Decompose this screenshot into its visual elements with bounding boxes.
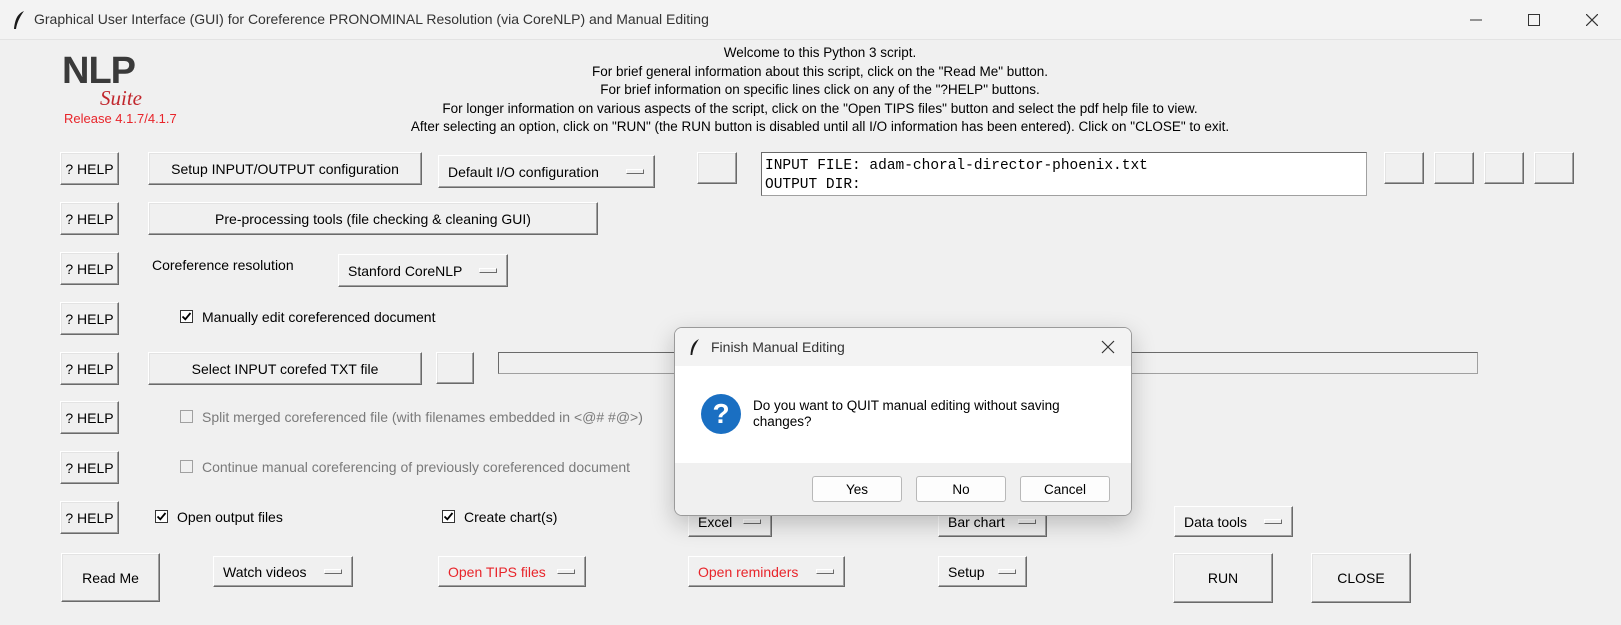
finish-editing-dialog: Finish Manual Editing ? Do you want to Q… xyxy=(674,327,1132,516)
run-button[interactable]: RUN xyxy=(1173,553,1273,603)
dialog-yes-button[interactable]: Yes xyxy=(812,476,902,502)
io-display: INPUT FILE: adam-choral-director-phoenix… xyxy=(761,152,1367,196)
checkmark-icon xyxy=(181,312,192,321)
dialog-no-button[interactable]: No xyxy=(916,476,1006,502)
checkmark-icon xyxy=(443,512,454,521)
feather-icon xyxy=(690,339,699,355)
setup-menu-label: Setup xyxy=(948,563,985,580)
menu-indicator-icon xyxy=(1018,519,1036,524)
coreference-menu-label: Stanford CoreNLP xyxy=(348,262,463,279)
split-merged-label: Split merged coreferenced file (with fil… xyxy=(202,409,643,425)
help-button-split[interactable]: ? HELP xyxy=(60,401,119,434)
welcome-line: For brief information on specific lines … xyxy=(600,82,1040,98)
question-icon: ? xyxy=(701,394,741,434)
open-tips-label: Open TIPS files xyxy=(448,563,546,580)
close-icon xyxy=(1586,14,1598,26)
open-input-folder-button[interactable] xyxy=(1384,152,1424,184)
open-config-button[interactable] xyxy=(1534,152,1574,184)
open-reminders-label: Open reminders xyxy=(698,563,799,580)
feather-icon xyxy=(14,11,24,29)
welcome-line: After selecting an option, click on "RUN… xyxy=(410,119,1230,135)
help-button-io[interactable]: ? HELP xyxy=(60,152,119,185)
io-config-menu[interactable]: Default I/O configuration xyxy=(438,155,655,188)
menu-indicator-icon xyxy=(479,268,497,273)
open-output-folder-button[interactable] xyxy=(1484,152,1524,184)
manual-edit-label: Manually edit coreferenced document xyxy=(202,309,436,325)
close-window-button[interactable] xyxy=(1563,0,1621,40)
dialog-cancel-button[interactable]: Cancel xyxy=(1020,476,1110,502)
help-button-manual-edit[interactable]: ? HELP xyxy=(60,302,119,335)
continue-manual-checkbox[interactable] xyxy=(180,460,193,473)
open-reminders-menu[interactable]: Open reminders xyxy=(688,556,845,587)
menu-indicator-icon xyxy=(557,569,575,574)
menu-indicator-icon xyxy=(626,169,644,174)
dialog-message: Do you want to QUIT manual editing witho… xyxy=(753,398,1060,429)
open-input-corefed-button[interactable] xyxy=(436,352,474,384)
window-titlebar: Graphical User Interface (GUI) for Coref… xyxy=(0,0,1621,40)
watch-videos-menu[interactable]: Watch videos xyxy=(213,556,353,587)
menu-indicator-icon xyxy=(998,569,1016,574)
blank-button[interactable] xyxy=(697,152,737,184)
help-button-continue[interactable]: ? HELP xyxy=(60,451,119,484)
continue-manual-label: Continue manual coreferencing of previou… xyxy=(202,459,631,475)
menu-indicator-icon xyxy=(743,519,761,524)
welcome-line: Welcome to this Python 3 script. xyxy=(723,45,917,60)
setup-menu[interactable]: Setup xyxy=(938,556,1027,587)
data-tools-menu-label: Data tools xyxy=(1184,513,1248,530)
coreference-label: Coreference resolution xyxy=(152,257,294,273)
maximize-button[interactable] xyxy=(1505,0,1563,40)
open-input-file-button[interactable] xyxy=(1434,152,1474,184)
help-button-select-input[interactable]: ? HELP xyxy=(60,352,119,385)
io-config-menu-label: Default I/O configuration xyxy=(448,163,599,180)
coreference-menu[interactable]: Stanford CoreNLP xyxy=(338,254,508,287)
help-button-preprocessing[interactable]: ? HELP xyxy=(60,202,119,235)
help-button-coreference[interactable]: ? HELP xyxy=(60,252,119,285)
data-tools-menu[interactable]: Data tools xyxy=(1174,506,1293,537)
logo-nlp: NLP xyxy=(62,50,136,92)
split-merged-checkbox[interactable] xyxy=(180,410,193,423)
welcome-text: Welcome to this Python 3 script. For bri… xyxy=(320,44,1320,137)
checkmark-icon xyxy=(156,512,167,521)
output-dir-text: OUTPUT DIR: xyxy=(765,177,861,193)
welcome-line: For brief general information about this… xyxy=(591,63,1049,79)
setup-io-button[interactable]: Setup INPUT/OUTPUT configuration xyxy=(148,152,422,185)
menu-indicator-icon xyxy=(324,569,342,574)
maximize-icon xyxy=(1528,14,1540,26)
minimize-button[interactable] xyxy=(1447,0,1505,40)
logo-suite: Suite xyxy=(100,86,142,110)
welcome-line: For longer information on various aspect… xyxy=(442,100,1198,116)
release-label: Release 4.1.7/4.1.7 xyxy=(64,111,177,126)
window-title: Graphical User Interface (GUI) for Coref… xyxy=(34,11,709,27)
menu-indicator-icon xyxy=(1264,519,1282,524)
menu-indicator-icon xyxy=(816,569,834,574)
open-output-label: Open output files xyxy=(177,509,283,525)
manual-edit-checkbox[interactable] xyxy=(180,310,193,323)
help-button-output[interactable]: ? HELP xyxy=(60,501,119,534)
open-output-checkbox[interactable] xyxy=(155,510,168,523)
input-file-text: INPUT FILE: adam-choral-director-phoenix… xyxy=(765,158,1148,174)
preprocessing-tools-button[interactable]: Pre-processing tools (file checking & cl… xyxy=(148,202,598,235)
select-input-corefed-button[interactable]: Select INPUT corefed TXT file xyxy=(148,352,422,385)
dialog-title: Finish Manual Editing xyxy=(711,339,845,355)
watch-videos-label: Watch videos xyxy=(223,563,307,580)
create-charts-label: Create chart(s) xyxy=(464,509,558,525)
read-me-button[interactable]: Read Me xyxy=(61,553,160,602)
minimize-icon xyxy=(1470,19,1482,21)
close-button[interactable]: CLOSE xyxy=(1311,553,1411,603)
open-tips-menu[interactable]: Open TIPS files xyxy=(438,556,586,587)
create-charts-checkbox[interactable] xyxy=(442,510,455,523)
dialog-close-icon[interactable] xyxy=(1099,338,1117,356)
